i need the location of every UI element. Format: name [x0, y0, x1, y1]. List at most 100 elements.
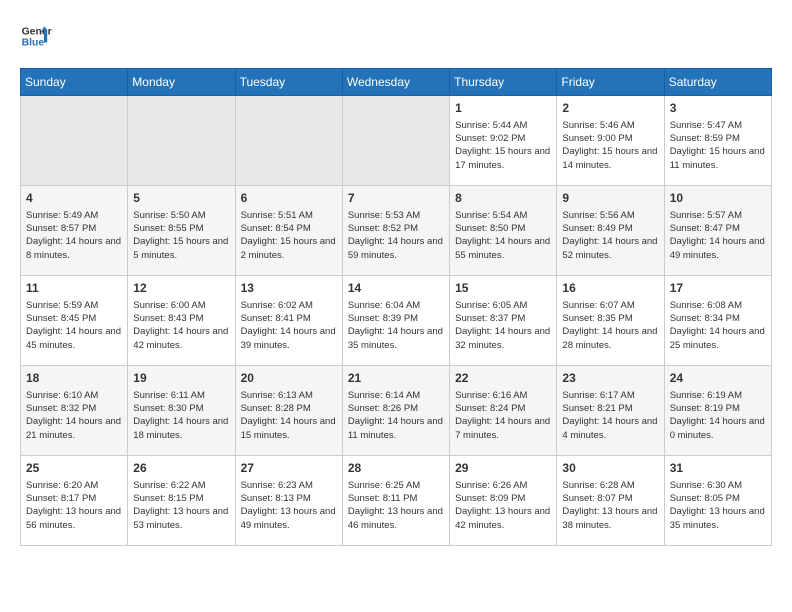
weekday-header-thursday: Thursday [450, 69, 557, 96]
day-info: Sunrise: 6:22 AMSunset: 8:15 PMDaylight:… [133, 479, 229, 532]
day-info: Sunrise: 6:17 AMSunset: 8:21 PMDaylight:… [562, 389, 658, 442]
day-number: 3 [670, 100, 766, 117]
day-number: 12 [133, 280, 229, 297]
day-number: 6 [241, 190, 337, 207]
calendar-week-2: 4 Sunrise: 5:49 AMSunset: 8:57 PMDaylight… [21, 186, 772, 276]
day-number: 4 [26, 190, 122, 207]
day-number: 2 [562, 100, 658, 117]
calendar-cell: 6Sunrise: 5:51 AMSunset: 8:54 PMDaylight… [235, 186, 342, 276]
calendar-cell [21, 96, 128, 186]
day-number: 15 [455, 280, 551, 297]
calendar-cell [128, 96, 235, 186]
calendar-cell: 12 Sunrise: 6:00 AMSunset: 8:43 PMDayligh… [128, 276, 235, 366]
day-number: 18 [26, 370, 122, 387]
weekday-header-monday: Monday [128, 69, 235, 96]
calendar-cell: 28 Sunrise: 6:25 AMSunset: 8:11 PMDayligh… [342, 456, 449, 546]
day-number: 23 [562, 370, 658, 387]
calendar-week-3: 11 Sunrise: 5:59 AMSunset: 8:45 PMDayligh… [21, 276, 772, 366]
day-info: Sunrise: 5:57 AMSunset: 8:47 PMDaylight:… [670, 209, 766, 262]
calendar-cell: 22 Sunrise: 6:16 AMSunset: 8:24 PMDayligh… [450, 366, 557, 456]
calendar-cell: 9Sunrise: 5:56 AMSunset: 8:49 PMDaylight… [557, 186, 664, 276]
day-number: 7 [348, 190, 444, 207]
day-number: 1 [455, 100, 551, 117]
calendar-cell: 13 Sunrise: 6:02 AMSunset: 8:41 PMDayligh… [235, 276, 342, 366]
day-number: 27 [241, 460, 337, 477]
day-info: Sunrise: 6:28 AMSunset: 8:07 PMDaylight:… [562, 479, 658, 532]
day-info: Sunrise: 6:07 AMSunset: 8:35 PMDaylight:… [562, 299, 658, 352]
calendar-week-5: 25 Sunrise: 6:20 AMSunset: 8:17 PMDayligh… [21, 456, 772, 546]
day-number: 8 [455, 190, 551, 207]
day-number: 19 [133, 370, 229, 387]
day-info: Sunrise: 5:54 AMSunset: 8:50 PMDaylight:… [455, 209, 551, 262]
calendar-table: SundayMondayTuesdayWednesdayThursdayFrid… [20, 68, 772, 546]
calendar-cell: 24 Sunrise: 6:19 AMSunset: 8:19 PMDayligh… [664, 366, 771, 456]
page-header: General Blue [20, 20, 772, 52]
day-info: Sunrise: 5:46 AMSunset: 9:00 PMDaylight:… [562, 119, 658, 172]
day-number: 24 [670, 370, 766, 387]
logo-icon: General Blue [20, 20, 52, 52]
calendar-cell: 3 Sunrise: 5:47 AMSunset: 8:59 PMDaylight… [664, 96, 771, 186]
calendar-week-4: 18Sunrise: 6:10 AMSunset: 8:32 PMDayligh… [21, 366, 772, 456]
calendar-cell: 11 Sunrise: 5:59 AMSunset: 8:45 PMDayligh… [21, 276, 128, 366]
calendar-cell: 19 Sunrise: 6:11 AMSunset: 8:30 PMDayligh… [128, 366, 235, 456]
day-info: Sunrise: 6:14 AMSunset: 8:26 PMDaylight:… [348, 389, 444, 442]
day-info: Sunrise: 5:53 AMSunset: 8:52 PMDaylight:… [348, 209, 444, 262]
calendar-cell: 29 Sunrise: 6:26 AMSunset: 8:09 PMDayligh… [450, 456, 557, 546]
calendar-cell: 2 Sunrise: 5:46 AMSunset: 9:00 PMDaylight… [557, 96, 664, 186]
day-info: Sunrise: 6:04 AMSunset: 8:39 PMDaylight:… [348, 299, 444, 352]
calendar-cell: 15Sunrise: 6:05 AMSunset: 8:37 PMDayligh… [450, 276, 557, 366]
calendar-cell: 21 Sunrise: 6:14 AMSunset: 8:26 PMDayligh… [342, 366, 449, 456]
day-info: Sunrise: 6:02 AMSunset: 8:41 PMDaylight:… [241, 299, 337, 352]
day-info: Sunrise: 5:47 AMSunset: 8:59 PMDaylight:… [670, 119, 766, 172]
calendar-cell: 1 Sunrise: 5:44 AMSunset: 9:02 PMDaylight… [450, 96, 557, 186]
day-info: Sunrise: 6:25 AMSunset: 8:11 PMDaylight:… [348, 479, 444, 532]
svg-text:General: General [22, 26, 52, 37]
day-info: Sunrise: 6:13 AMSunset: 8:28 PMDaylight:… [241, 389, 337, 442]
weekday-header-row: SundayMondayTuesdayWednesdayThursdayFrid… [21, 69, 772, 96]
day-number: 14 [348, 280, 444, 297]
weekday-header-friday: Friday [557, 69, 664, 96]
svg-text:Blue: Blue [22, 38, 45, 49]
calendar-cell: 20 Sunrise: 6:13 AMSunset: 8:28 PMDayligh… [235, 366, 342, 456]
calendar-cell: 18Sunrise: 6:10 AMSunset: 8:32 PMDayligh… [21, 366, 128, 456]
weekday-header-tuesday: Tuesday [235, 69, 342, 96]
day-info: Sunrise: 6:20 AMSunset: 8:17 PMDaylight:… [26, 479, 122, 532]
calendar-cell: 27Sunrise: 6:23 AMSunset: 8:13 PMDayligh… [235, 456, 342, 546]
day-info: Sunrise: 6:08 AMSunset: 8:34 PMDaylight:… [670, 299, 766, 352]
calendar-cell: 25 Sunrise: 6:20 AMSunset: 8:17 PMDayligh… [21, 456, 128, 546]
day-number: 13 [241, 280, 337, 297]
calendar-week-1: 1 Sunrise: 5:44 AMSunset: 9:02 PMDaylight… [21, 96, 772, 186]
calendar-cell [342, 96, 449, 186]
day-number: 20 [241, 370, 337, 387]
day-number: 11 [26, 280, 122, 297]
day-number: 25 [26, 460, 122, 477]
day-info: Sunrise: 6:30 AMSunset: 8:05 PMDaylight:… [670, 479, 766, 532]
calendar-cell: 10 Sunrise: 5:57 AMSunset: 8:47 PMDayligh… [664, 186, 771, 276]
calendar-cell [235, 96, 342, 186]
weekday-header-saturday: Saturday [664, 69, 771, 96]
calendar-cell: 23 Sunrise: 6:17 AMSunset: 8:21 PMDayligh… [557, 366, 664, 456]
day-info: Sunrise: 5:49 AMSunset: 8:57 PMDaylight:… [26, 209, 122, 262]
day-number: 21 [348, 370, 444, 387]
calendar-cell: 7 Sunrise: 5:53 AMSunset: 8:52 PMDaylight… [342, 186, 449, 276]
day-info: Sunrise: 5:44 AMSunset: 9:02 PMDaylight:… [455, 119, 551, 172]
weekday-header-sunday: Sunday [21, 69, 128, 96]
day-number: 22 [455, 370, 551, 387]
day-number: 28 [348, 460, 444, 477]
day-number: 10 [670, 190, 766, 207]
day-info: Sunrise: 6:11 AMSunset: 8:30 PMDaylight:… [133, 389, 229, 442]
logo: General Blue [20, 20, 52, 52]
calendar-cell: 31Sunrise: 6:30 AMSunset: 8:05 PMDayligh… [664, 456, 771, 546]
day-number: 17 [670, 280, 766, 297]
day-info: Sunrise: 6:19 AMSunset: 8:19 PMDaylight:… [670, 389, 766, 442]
calendar-cell: 16 Sunrise: 6:07 AMSunset: 8:35 PMDayligh… [557, 276, 664, 366]
day-info: Sunrise: 6:00 AMSunset: 8:43 PMDaylight:… [133, 299, 229, 352]
day-info: Sunrise: 5:59 AMSunset: 8:45 PMDaylight:… [26, 299, 122, 352]
day-number: 16 [562, 280, 658, 297]
day-info: Sunrise: 6:26 AMSunset: 8:09 PMDaylight:… [455, 479, 551, 532]
day-number: 26 [133, 460, 229, 477]
day-number: 29 [455, 460, 551, 477]
calendar-cell: 4 Sunrise: 5:49 AMSunset: 8:57 PMDaylight… [21, 186, 128, 276]
day-info: Sunrise: 6:16 AMSunset: 8:24 PMDaylight:… [455, 389, 551, 442]
calendar-cell: 14 Sunrise: 6:04 AMSunset: 8:39 PMDayligh… [342, 276, 449, 366]
